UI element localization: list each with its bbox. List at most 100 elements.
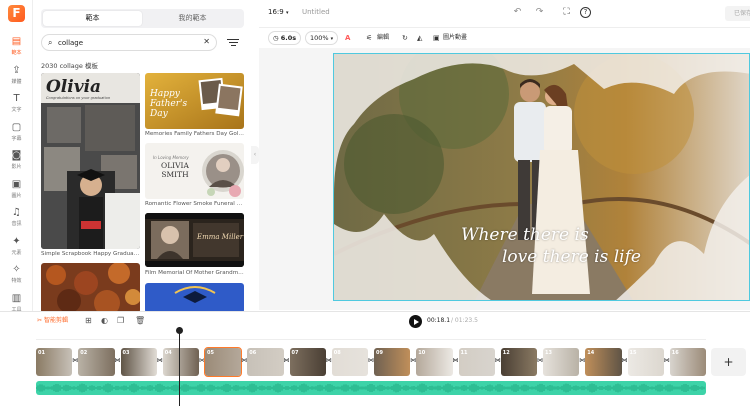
timeline-clip[interactable]: 08 — [331, 348, 368, 376]
audio-waveform — [36, 383, 705, 393]
rail-item[interactable]: ✧ 特效 — [0, 264, 33, 284]
template-card[interactable]: Happy Father's Day — [145, 73, 244, 129]
overlay-text-line2[interactable]: love there is life — [502, 247, 641, 267]
help-icon[interactable]: ? — [580, 7, 591, 18]
transition-icon[interactable]: ⋈ — [284, 357, 290, 365]
search-box: ⌕ ✕ — [41, 34, 217, 51]
tab-my-templates[interactable]: 我的範本 — [143, 11, 242, 26]
clip-number: 03 — [122, 350, 130, 356]
template-caption: Memories Family Fathers Day Golden... — [145, 131, 245, 137]
template-overlay-subtitle: Congratulations on your graduation — [46, 96, 111, 100]
rail-item[interactable]: ◙ 影片 — [0, 150, 33, 170]
transition-icon[interactable]: ⋈ — [664, 357, 670, 365]
template-overlay-title: OLIVIA SMITH — [161, 161, 189, 179]
timeline-clip[interactable]: 04 — [162, 348, 199, 376]
clip-toolbar: ◷ 6.0s 100% ▾ A ⚟ 編輯 ↻ ◭ ▣ 圖片動畫 — [259, 29, 750, 48]
playhead[interactable] — [176, 327, 183, 406]
rail-item[interactable]: ⇪ 媒體 — [0, 65, 33, 85]
time-ruler[interactable] — [36, 330, 706, 340]
ai-edit-icon[interactable]: A — [345, 32, 350, 44]
redo-icon[interactable]: ↷ — [534, 7, 545, 18]
timeline-clip[interactable]: 06 — [247, 348, 284, 376]
screenshot-icon[interactable]: ⛶ — [561, 7, 572, 18]
rail-item[interactable]: ✦ 元素 — [0, 236, 33, 256]
timeline-clip[interactable]: 02 — [78, 348, 115, 376]
timeline-clip[interactable]: 01 — [36, 348, 73, 376]
collapse-panel-handle[interactable]: ‹ — [251, 146, 259, 164]
template-card[interactable]: Emma Miller — [145, 213, 244, 267]
result-count: 2030 collage 模板 — [41, 62, 98, 70]
panel-tabs: 範本 我的範本 — [41, 9, 244, 28]
timeline-clip[interactable]: 11 — [458, 348, 495, 376]
edit-label[interactable]: 編輯 — [377, 32, 389, 44]
rail-item[interactable]: ▤ 範本 — [0, 36, 33, 56]
timeline-clip[interactable]: 10 — [416, 348, 453, 376]
animation-label[interactable]: 圖片動畫 — [443, 32, 467, 44]
smart-edit-button[interactable]: ✂ 智能剪輯 — [37, 315, 68, 326]
elements-icon: ✦ — [12, 235, 21, 247]
rail-item[interactable]: ♫ 音訊 — [0, 207, 33, 227]
export-button[interactable]: 已保存 — [725, 6, 750, 21]
timeline-clip[interactable]: 16 — [669, 348, 706, 376]
zoom-select[interactable]: 100% ▾ — [305, 31, 339, 45]
rail-item-label: 特效 — [11, 278, 22, 284]
filter-icon[interactable] — [227, 37, 239, 47]
clip-number: 13 — [545, 350, 552, 356]
clip-number: 02 — [80, 350, 88, 356]
transition-icon[interactable]: ⋈ — [495, 357, 501, 365]
undo-icon[interactable]: ↶ — [512, 7, 523, 18]
animation-icon[interactable]: ▣ — [433, 32, 440, 44]
transition-icon[interactable]: ⋈ — [622, 357, 628, 365]
aspect-ratio-select[interactable]: 16:9 ▾ — [268, 8, 288, 16]
transition-icon[interactable]: ⋈ — [453, 357, 459, 365]
timeline-clip[interactable]: 09 — [374, 348, 411, 376]
left-rail: F ▤ 範本 ⇪ 媒體 T 文字 ▢ 字幕 ◙ 影片 ▣ 圖片 ♫ 音訊 ✦ 元素 ✧ 特效 ▥ 工具 — [0, 0, 33, 313]
text-icon: T — [13, 93, 20, 104]
timeline-clip[interactable]: 05 — [203, 347, 243, 377]
timeline-clip[interactable]: 14 — [585, 348, 622, 376]
timeline-clip[interactable]: 03 — [120, 348, 157, 376]
template-thumbnail — [145, 283, 244, 311]
music-icon: ♫ — [12, 207, 21, 218]
audio-track[interactable] — [36, 381, 706, 395]
video-icon: ◙ — [11, 150, 22, 161]
template-card[interactable] — [145, 283, 244, 311]
project-title[interactable]: Untitled — [302, 8, 330, 16]
rail-item[interactable]: ▥ 工具 — [0, 293, 33, 313]
app-logo[interactable]: F — [8, 5, 25, 22]
transition-icon[interactable]: ⋈ — [326, 357, 332, 365]
overlay-text-line1[interactable]: Where there is — [461, 225, 589, 245]
timeline-clip[interactable]: 13 — [543, 348, 580, 376]
rail-item-label: 媒體 — [11, 78, 22, 85]
template-card[interactable]: Olivia Congratulations on your graduatio… — [41, 73, 140, 249]
add-clip-button[interactable]: + — [711, 348, 746, 376]
add-track-icon[interactable]: ⊞ — [85, 316, 92, 325]
template-card[interactable]: In Loving Memory OLIVIA SMITH — [145, 143, 244, 199]
timeline-clip[interactable]: 12 — [500, 348, 537, 376]
total-time: / 01:23.5 — [451, 317, 478, 324]
rotate-icon[interactable]: ↻ — [402, 32, 408, 44]
clip-number: 10 — [418, 350, 426, 356]
template-card[interactable] — [41, 263, 140, 311]
transition-icon[interactable]: ⋈ — [157, 357, 163, 365]
timeline-clip[interactable]: 15 — [627, 348, 664, 376]
transition-icon[interactable]: ⋈ — [115, 357, 121, 365]
search-input[interactable] — [58, 36, 198, 49]
rail-item[interactable]: ▢ 字幕 — [0, 122, 33, 142]
preview-canvas[interactable]: Where there is love there is life — [333, 53, 750, 301]
clock-icon: ◷ — [273, 34, 279, 42]
duplicate-icon[interactable]: ❐ — [117, 316, 124, 325]
tab-templates[interactable]: 範本 — [43, 11, 142, 26]
play-button[interactable] — [409, 315, 422, 328]
clear-search-icon[interactable]: ✕ — [203, 37, 210, 46]
clip-number: 15 — [629, 350, 637, 356]
adjust-icon[interactable]: ⚟ — [366, 32, 372, 44]
split-icon[interactable]: ◐ — [101, 316, 108, 325]
duration-button[interactable]: ◷ 6.0s — [268, 31, 302, 45]
template-caption: Simple Scrapbook Happy Graduation ... — [41, 251, 141, 257]
flip-icon[interactable]: ◭ — [417, 32, 422, 44]
rail-item[interactable]: ▣ 圖片 — [0, 179, 33, 199]
timeline-clip[interactable]: 07 — [289, 348, 326, 376]
delete-icon[interactable]: 🗑 — [135, 316, 145, 325]
rail-item[interactable]: T 文字 — [0, 93, 33, 113]
